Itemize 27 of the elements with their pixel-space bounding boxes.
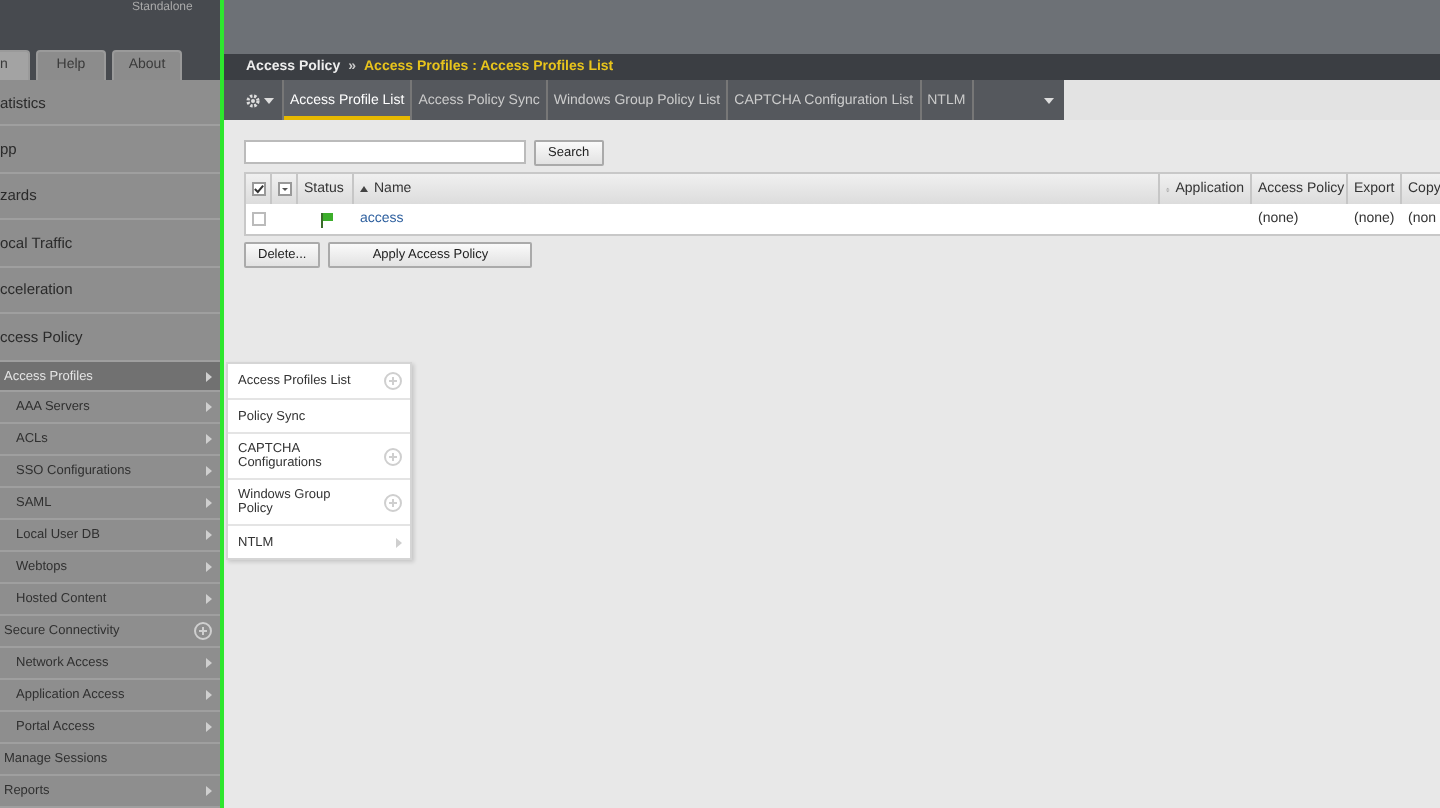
sort-up-icon — [360, 186, 368, 192]
plus-circle-icon — [384, 372, 402, 390]
chevron-right-icon — [206, 690, 212, 701]
chevron-right-icon — [396, 537, 402, 547]
plus-circle-icon — [384, 493, 402, 511]
plus-circle-icon — [194, 622, 212, 641]
chevron-right-icon — [206, 722, 212, 733]
chevron-right-icon — [206, 658, 212, 669]
chevron-right-icon — [206, 466, 212, 477]
chevron-right-icon — [206, 498, 212, 509]
chevron-right-icon — [206, 530, 212, 541]
chevron-right-icon — [206, 371, 212, 381]
chevron-right-icon — [206, 562, 212, 573]
caret-down-icon — [1044, 97, 1054, 103]
plus-circle-icon — [384, 447, 402, 465]
chevron-right-icon — [206, 786, 212, 797]
check-icon — [253, 184, 263, 194]
chevron-right-icon — [206, 402, 212, 413]
row-checkbox[interactable] — [252, 212, 266, 226]
caret-down-icon — [264, 97, 274, 103]
flag-icon — [319, 211, 333, 227]
select-all-checkbox[interactable] — [251, 182, 265, 196]
settings-icon — [246, 93, 260, 107]
chevron-right-icon — [206, 434, 212, 445]
chevron-right-icon — [206, 594, 212, 605]
dropdown-icon — [277, 182, 291, 196]
search-field[interactable] — [244, 140, 526, 164]
